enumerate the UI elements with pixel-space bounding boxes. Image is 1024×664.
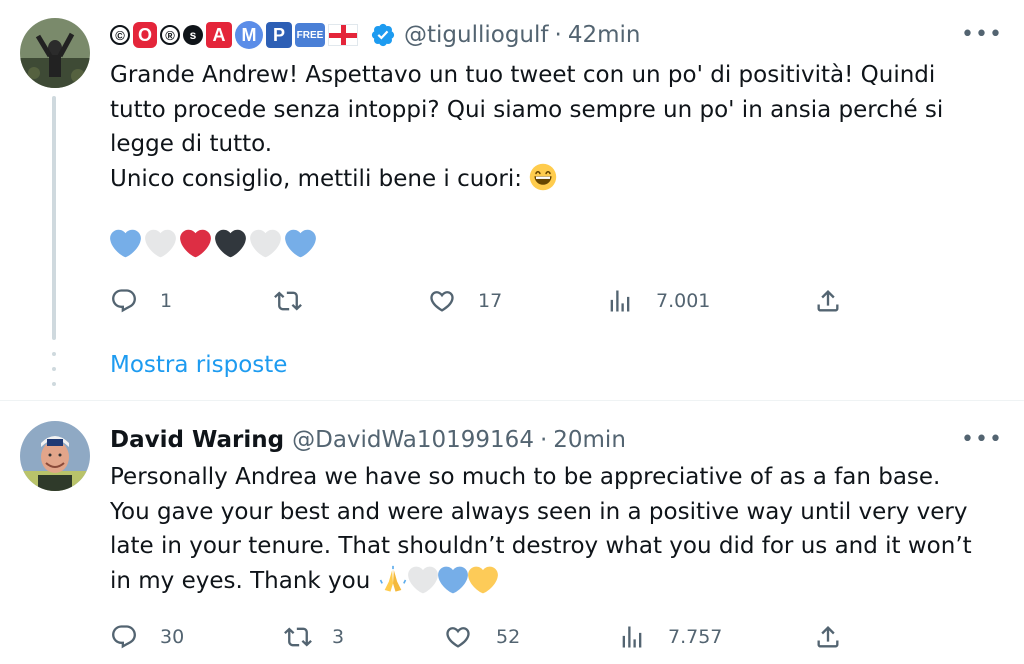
england-flag-icon bbox=[328, 24, 358, 46]
blue-heart-icon bbox=[110, 229, 141, 258]
retweet-button[interactable]: 3 bbox=[284, 620, 344, 654]
folded-hands-emoji-icon bbox=[379, 565, 406, 592]
red-heart-icon bbox=[180, 229, 211, 258]
separator-dot: · bbox=[539, 427, 548, 453]
retweet-count: 3 bbox=[332, 626, 345, 648]
reply-button[interactable]: 30 bbox=[110, 620, 184, 654]
reply-count: 1 bbox=[160, 290, 173, 312]
a-badge: A bbox=[206, 22, 232, 48]
hearts-row bbox=[110, 228, 316, 259]
text-line: legge di tutto. bbox=[110, 131, 273, 157]
share-button[interactable] bbox=[814, 620, 842, 654]
more-options-button[interactable]: ••• bbox=[961, 425, 1002, 453]
avatar[interactable] bbox=[20, 421, 90, 491]
white-heart-icon bbox=[407, 566, 438, 593]
timestamp[interactable]: 20min bbox=[553, 427, 626, 453]
display-name[interactable]: David Waring bbox=[110, 427, 284, 453]
like-button[interactable]: 17 bbox=[428, 284, 502, 318]
view-count: 7.001 bbox=[656, 290, 711, 312]
tweet-header: David Waring @DavidWa10199164 · 20min bbox=[110, 423, 626, 457]
text-line: Grande Andrew! Aspettavo un tuo tweet co… bbox=[110, 62, 936, 88]
retweet-icon bbox=[274, 291, 302, 311]
free-badge: FREE bbox=[295, 23, 325, 47]
text-line: Personally Andrea we have so much to be … bbox=[110, 464, 941, 490]
blue-heart-icon bbox=[437, 566, 468, 593]
tweet-2[interactable]: David Waring @DavidWa10199164 · 20min ••… bbox=[0, 401, 1024, 664]
text-line: tutto procede senza intoppi? Qui siamo s… bbox=[110, 96, 944, 123]
tweet-text: Grande Andrew! Aspettavo un tuo tweet co… bbox=[110, 58, 943, 196]
reply-button[interactable]: 1 bbox=[110, 284, 172, 318]
views-icon bbox=[610, 290, 630, 312]
share-icon bbox=[817, 626, 839, 648]
tweet-actions: 30 3 52 7.757 bbox=[110, 620, 850, 654]
tweet-1[interactable]: © O ® s A M P FREE @tigulliogulf · 42min… bbox=[0, 0, 1024, 400]
timestamp[interactable]: 42min bbox=[568, 22, 641, 48]
verified-icon bbox=[371, 23, 395, 47]
black-heart-icon bbox=[215, 229, 246, 258]
separator-dot: · bbox=[554, 22, 562, 48]
user-handle[interactable]: @DavidWa10199164 bbox=[292, 427, 534, 453]
more-options-button[interactable]: ••• bbox=[961, 20, 1002, 48]
text-line: You gave your best and were always seen … bbox=[110, 498, 968, 525]
user-handle[interactable]: @tigulliogulf bbox=[404, 22, 549, 48]
views-button[interactable]: 7.757 bbox=[618, 620, 722, 654]
reply-count: 30 bbox=[160, 626, 185, 648]
white-heart-icon bbox=[145, 229, 176, 258]
avatar[interactable] bbox=[20, 18, 90, 88]
registered-badge: ® bbox=[160, 25, 180, 45]
share-button[interactable] bbox=[814, 284, 842, 318]
reply-icon bbox=[112, 625, 136, 649]
retweet-button[interactable] bbox=[274, 284, 324, 318]
views-button[interactable]: 7.001 bbox=[606, 284, 710, 318]
white-heart-icon bbox=[250, 229, 281, 258]
tweet-actions: 1 17 7.001 bbox=[110, 284, 850, 318]
blue-heart-icon bbox=[285, 229, 316, 258]
thread-line bbox=[52, 96, 56, 340]
text-line: Unico consiglio, mettili bene i cuori: bbox=[110, 165, 523, 192]
p-badge: P bbox=[266, 22, 292, 48]
yellow-heart-icon bbox=[467, 566, 498, 593]
o-badge: O bbox=[133, 22, 157, 48]
view-count: 7.757 bbox=[668, 626, 723, 648]
like-icon bbox=[430, 291, 454, 312]
text-line: in my eyes. Thank you bbox=[110, 567, 371, 594]
like-count: 17 bbox=[478, 290, 503, 312]
text-line: late in your tenure. That shouldn’t dest… bbox=[110, 533, 972, 559]
reply-icon bbox=[112, 289, 136, 313]
share-icon bbox=[817, 290, 839, 312]
m-badge: M bbox=[235, 21, 263, 49]
views-icon bbox=[622, 626, 642, 648]
grinning-emoji-icon bbox=[530, 163, 557, 190]
retweet-icon bbox=[284, 627, 312, 647]
thread-dots bbox=[52, 352, 56, 386]
like-button[interactable]: 52 bbox=[444, 620, 520, 654]
copyright-badge: © bbox=[110, 25, 130, 45]
display-name[interactable]: © O ® s A M P FREE bbox=[110, 21, 358, 49]
s-badge: s bbox=[183, 25, 203, 45]
tweet-header: © O ® s A M P FREE @tigulliogulf · 42min bbox=[110, 18, 640, 52]
like-count: 52 bbox=[496, 626, 521, 648]
show-replies-link[interactable]: Mostra risposte bbox=[110, 352, 287, 378]
tweet-text: Personally Andrea we have so much to be … bbox=[110, 460, 972, 598]
like-icon bbox=[446, 627, 470, 648]
